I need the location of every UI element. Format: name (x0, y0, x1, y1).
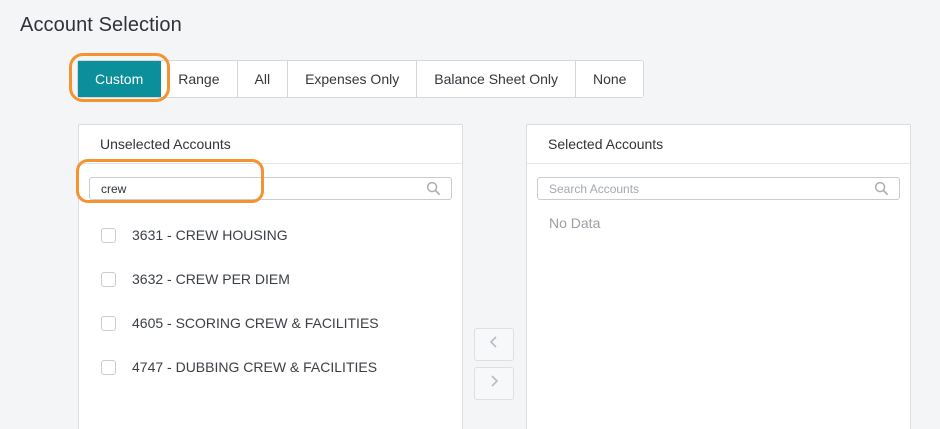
empty-state-text: No Data (549, 215, 601, 231)
chevron-left-icon (489, 335, 499, 354)
unselected-accounts-title: Unselected Accounts (79, 125, 462, 164)
move-left-button[interactable] (474, 328, 514, 361)
chevron-right-icon (489, 374, 499, 393)
move-right-button[interactable] (474, 367, 514, 400)
mode-range-button[interactable]: Range (161, 61, 238, 97)
unselected-search-box (89, 177, 452, 200)
selected-accounts-panel: Selected Accounts No Data (526, 124, 911, 429)
list-item[interactable]: 4605 - SCORING CREW & FACILITIES (79, 301, 462, 345)
list-item[interactable]: 3632 - CREW PER DIEM (79, 257, 462, 301)
page-title: Account Selection (20, 14, 182, 36)
mode-balance-sheet-only-button[interactable]: Balance Sheet Only (417, 61, 576, 97)
mode-none-button[interactable]: None (575, 61, 644, 97)
account-label: 4605 - SCORING CREW & FACILITIES (132, 315, 379, 331)
list-item[interactable]: 3631 - CREW HOUSING (79, 213, 462, 257)
unselected-accounts-panel: Unselected Accounts 3631 - CREW HOUSING … (78, 124, 463, 429)
search-icon (426, 181, 441, 196)
account-label: 3632 - CREW PER DIEM (132, 271, 290, 287)
unselected-account-list: 3631 - CREW HOUSING 3632 - CREW PER DIEM… (79, 213, 462, 389)
selection-mode-group: Custom Range All Expenses Only Balance S… (77, 60, 645, 98)
account-checkbox[interactable] (101, 359, 116, 375)
account-label: 4747 - DUBBING CREW & FACILITIES (132, 359, 378, 375)
account-checkbox[interactable] (101, 227, 116, 243)
account-label: 3631 - CREW HOUSING (132, 227, 288, 243)
account-checkbox[interactable] (101, 271, 116, 287)
search-icon (874, 181, 889, 196)
list-item[interactable]: 4747 - DUBBING CREW & FACILITIES (79, 345, 462, 389)
selected-accounts-title: Selected Accounts (527, 125, 910, 164)
selected-search-input[interactable] (549, 181, 849, 196)
mode-expenses-only-button[interactable]: Expenses Only (288, 61, 418, 97)
account-checkbox[interactable] (101, 315, 116, 331)
mode-custom-button[interactable]: Custom (78, 61, 162, 97)
unselected-search-input[interactable] (101, 181, 401, 196)
selected-search-box (537, 177, 900, 200)
mode-all-button[interactable]: All (237, 61, 289, 97)
